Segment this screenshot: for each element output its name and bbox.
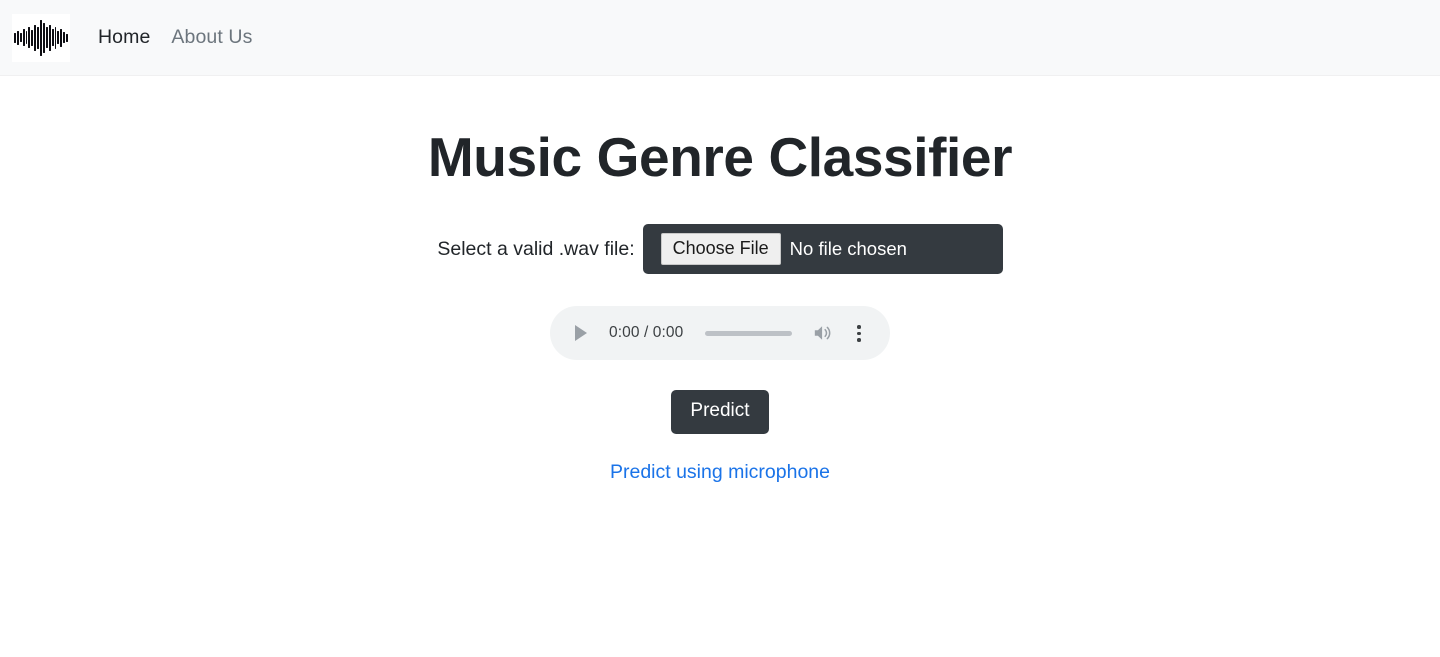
predict-using-microphone-link[interactable]: Predict using microphone: [610, 463, 830, 483]
nav-link-home[interactable]: Home: [98, 27, 150, 48]
waveform-bar: [42, 22, 45, 53]
waveform-bar: [37, 26, 40, 49]
file-input[interactable]: Choose File No file chosen: [642, 224, 1003, 275]
waveform-bar: [28, 27, 31, 48]
waveform-bar: [22, 29, 25, 46]
more-vertical-icon[interactable]: [850, 322, 868, 344]
predict-button[interactable]: Predict: [671, 390, 769, 435]
play-triangle-shape: [575, 325, 587, 342]
waveform-bar: [31, 29, 34, 46]
file-status-text: No file chosen: [789, 238, 907, 259]
play-icon[interactable]: [570, 322, 592, 344]
dot: [857, 338, 861, 342]
waveform-bar: [57, 31, 60, 44]
waveform-bar: [54, 26, 57, 49]
waveform-bar: [34, 24, 37, 51]
audio-progress-slider[interactable]: [705, 330, 792, 336]
waveform-bar: [48, 24, 51, 51]
dot: [857, 331, 861, 335]
waveform-logo-icon[interactable]: [12, 13, 70, 62]
audio-player[interactable]: 0:00 / 0:00: [550, 306, 890, 361]
choose-file-button[interactable]: Choose File: [660, 233, 781, 266]
waveform-bar: [40, 19, 42, 56]
page-title: Music Genre Classifier: [427, 126, 1013, 188]
waveform-bar: [51, 29, 54, 46]
waveform-bar: [25, 31, 28, 44]
waveform-bar: [19, 33, 22, 42]
waveform-bar: [60, 28, 63, 47]
main-content: Music Genre Classifier Select a valid .w…: [0, 76, 1440, 483]
file-picker-label: Select a valid .wav file:: [437, 237, 635, 260]
waveform-bar: [45, 27, 48, 48]
waveform-bar: [66, 33, 68, 42]
volume-icon[interactable]: [812, 323, 834, 343]
dot: [857, 325, 861, 329]
audio-time-display: 0:00 / 0:00: [609, 324, 684, 342]
waveform-bar: [14, 32, 16, 43]
waveform-bar: [63, 32, 66, 43]
nav-links: Home About Us: [98, 27, 252, 48]
top-navbar: Home About Us: [0, 0, 1440, 76]
file-picker-row: Select a valid .wav file: Choose File No…: [437, 224, 1003, 275]
waveform-bar: [16, 30, 19, 45]
nav-link-about-us[interactable]: About Us: [171, 27, 252, 48]
